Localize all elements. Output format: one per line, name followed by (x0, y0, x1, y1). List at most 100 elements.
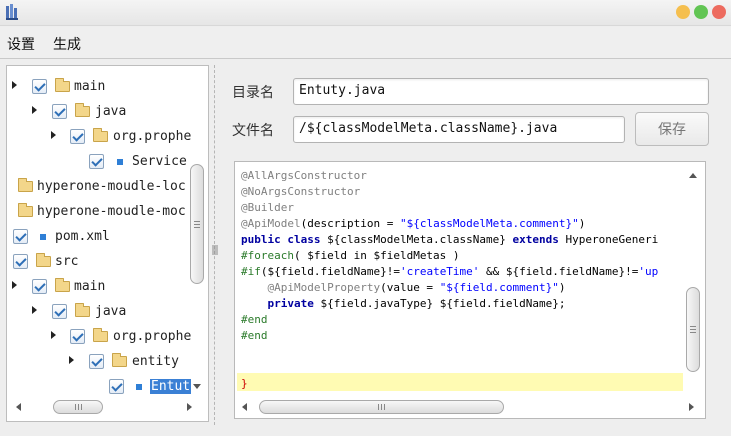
code-line: @NoArgsConstructor (241, 184, 360, 200)
file-icon (117, 159, 123, 165)
code-token: extends (512, 233, 566, 246)
code-token: && ${field.fieldName}!= (479, 265, 639, 278)
minimize-button[interactable] (676, 5, 690, 19)
maximize-button[interactable] (694, 5, 708, 19)
tree-row[interactable]: hyperone-moudle-moc (7, 201, 197, 223)
expand-arrow-icon[interactable] (32, 106, 37, 114)
code-token: public class (241, 233, 328, 246)
tree-scroll-down-icon[interactable] (193, 384, 201, 389)
dir-name-field[interactable]: Entuty.java (293, 78, 709, 105)
tree-item-label: pom.xml (55, 229, 110, 244)
code-token: "${classModelMeta.comment}" (399, 217, 579, 230)
tree-row[interactable]: pom.xml (7, 226, 197, 248)
tree-item-label: src (55, 254, 79, 269)
code-token: @AllArgsConstructor (241, 169, 367, 182)
code-token: 'createTime' (399, 265, 480, 278)
code-line: @ApiModel(description = "${classModelMet… (241, 216, 585, 232)
current-line-highlight (237, 373, 683, 391)
code-line: #end (241, 312, 268, 328)
tree-row[interactable]: Entut (7, 376, 197, 398)
code-line: private ${field.javaType} ${field.fieldN… (241, 296, 565, 312)
menu-settings[interactable]: 设置 (7, 34, 35, 54)
title-bar (0, 0, 731, 26)
tree-row[interactable]: entity (7, 351, 197, 373)
expand-arrow-icon[interactable] (69, 356, 74, 364)
menu-bar: 设置 生成 (0, 27, 731, 59)
tree-item-label: main (74, 279, 106, 294)
file-name-field[interactable]: /${classModelMeta.className}.java (293, 116, 625, 143)
code-token: HyperoneGeneri (565, 233, 659, 246)
code-scroll-up-icon[interactable] (689, 173, 697, 178)
code-token: @ApiModel (241, 217, 301, 230)
code-token: @NoArgsConstructor (241, 185, 361, 198)
tree-checkbox[interactable] (52, 304, 67, 319)
tree-horizontal-scroll-thumb[interactable] (53, 400, 103, 414)
tree-row[interactable]: org.prophe (7, 126, 197, 148)
close-button[interactable] (712, 5, 726, 19)
tree-item-label: hyperone-moudle-loc (37, 179, 186, 194)
tree-scroll-left-icon[interactable] (16, 403, 21, 411)
code-scroll-right-icon[interactable] (689, 403, 694, 411)
tree-item-label: Service (132, 154, 187, 169)
tree-row[interactable]: main (7, 276, 197, 298)
code-scroll-left-icon[interactable] (242, 403, 247, 411)
code-line: @Builder (241, 200, 294, 216)
tree-vertical-scroll-thumb[interactable] (190, 164, 204, 284)
code-vertical-scrollbar[interactable] (684, 164, 702, 394)
code-token: #if (241, 265, 261, 278)
code-token: ${classModelMeta.className} (327, 233, 513, 246)
tree-row[interactable]: java (7, 301, 197, 323)
code-token: (description = (300, 217, 400, 230)
tree-row[interactable]: src (7, 251, 197, 273)
code-token: ) (558, 281, 566, 294)
code-token: #end (241, 329, 268, 342)
tree-checkbox[interactable] (89, 154, 104, 169)
file-icon (40, 234, 46, 240)
code-token: #end (241, 313, 268, 326)
code-vertical-scroll-thumb[interactable] (686, 287, 700, 372)
code-horizontal-scroll-thumb[interactable] (259, 400, 504, 414)
tree-checkbox[interactable] (13, 229, 28, 244)
expand-arrow-icon[interactable] (51, 131, 56, 139)
tree-checkbox[interactable] (32, 279, 47, 294)
tree-checkbox[interactable] (89, 354, 104, 369)
folder-icon (55, 78, 70, 92)
tree-checkbox[interactable] (13, 254, 28, 269)
tree-vertical-scrollbar[interactable] (189, 76, 205, 406)
save-button[interactable]: 保存 (635, 112, 709, 146)
tree-item-label: main (74, 79, 106, 94)
menu-generate[interactable]: 生成 (53, 34, 81, 54)
code-token: private (241, 297, 321, 310)
tree-row[interactable]: java (7, 101, 197, 123)
template-code-editor[interactable]: @AllArgsConstructor @NoArgsConstructor @Bu… (234, 161, 706, 419)
tree-row[interactable]: Service (7, 151, 197, 173)
folder-icon (36, 253, 51, 267)
tree-checkbox[interactable] (70, 129, 85, 144)
tree-scroll-right-icon[interactable] (187, 403, 192, 411)
tree-row[interactable]: main (7, 76, 197, 98)
code-line: @ApiModelProperty(value = "${field.comme… (241, 280, 566, 296)
tree-item-label: Entut (150, 379, 192, 394)
file-icon (136, 384, 142, 390)
tree-checkbox[interactable] (109, 379, 124, 394)
divider-grip-icon[interactable] (212, 245, 218, 255)
tree-row[interactable]: hyperone-moudle-loc (7, 176, 197, 198)
code-token: "${field.comment}" (439, 281, 559, 294)
folder-icon (18, 203, 33, 217)
tree-item-label: entity (132, 354, 179, 369)
tree-checkbox[interactable] (70, 329, 85, 344)
tree-item-label: org.prophe (113, 329, 192, 344)
code-horizontal-scrollbar[interactable] (237, 399, 703, 415)
tree-checkbox[interactable] (32, 79, 47, 94)
expand-arrow-icon[interactable] (12, 81, 17, 89)
expand-arrow-icon[interactable] (51, 331, 56, 339)
tree-row[interactable]: org.prophe (7, 326, 197, 348)
tree-item-label: java (95, 104, 127, 119)
tree-checkbox[interactable] (52, 104, 67, 119)
code-token: ) (578, 217, 586, 230)
expand-arrow-icon[interactable] (32, 306, 37, 314)
folder-icon (112, 353, 127, 367)
expand-arrow-icon[interactable] (12, 281, 17, 289)
tree-horizontal-scrollbar[interactable] (11, 399, 201, 415)
folder-icon (75, 303, 90, 317)
